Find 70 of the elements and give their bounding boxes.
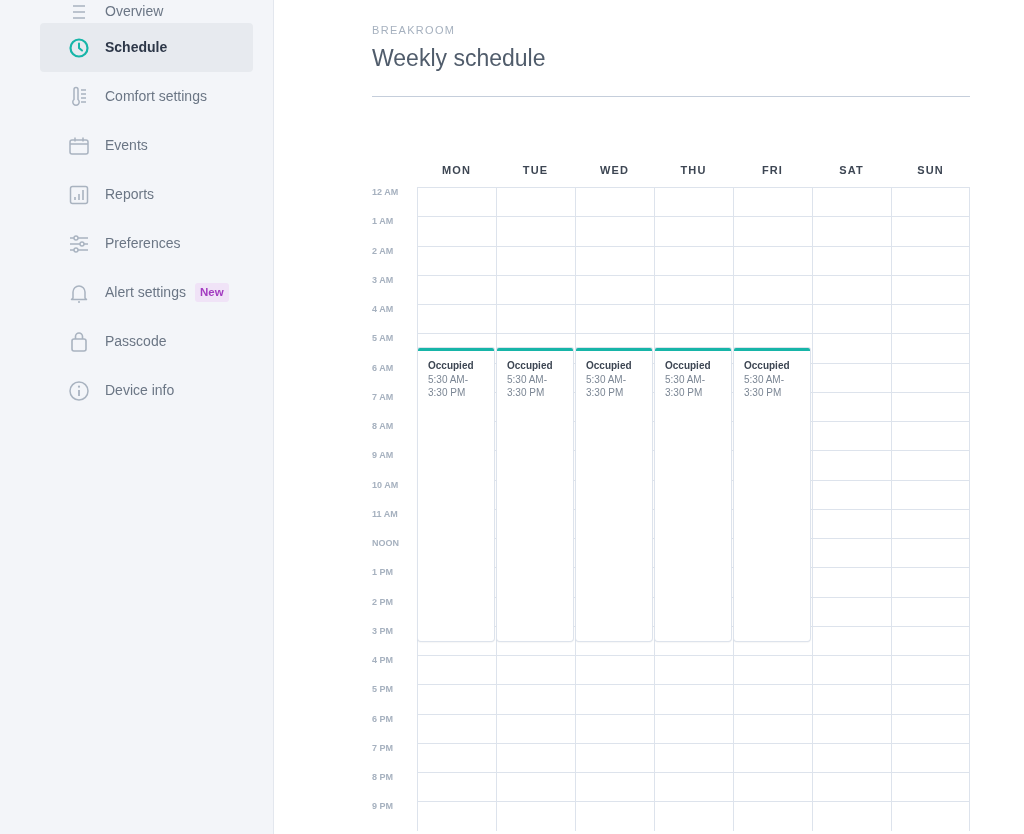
event-time: 5:30 AM-3:30 PM xyxy=(507,373,549,400)
hour-label: 6 PM xyxy=(372,713,394,726)
schedule-block[interactable]: Occupied 5:30 AM-3:30 PM xyxy=(497,348,573,641)
sidebar-item-label: Overview xyxy=(105,2,164,21)
hour-label: 8 PM xyxy=(372,772,394,785)
sidebar-item-label: Comfort settings xyxy=(105,87,207,106)
sidebar-item[interactable]: Events xyxy=(40,121,253,170)
sidebar-item-label: Alert settings xyxy=(105,283,186,302)
event-time: 5:30 AM-3:30 PM xyxy=(744,373,786,400)
event-time: 5:30 AM-3:30 PM xyxy=(586,373,628,400)
lock-icon xyxy=(68,330,90,353)
hour-label: 8 AM xyxy=(372,421,395,434)
hour-label: 2 PM xyxy=(372,596,394,609)
hour-label: 3 PM xyxy=(372,625,394,638)
clock-icon xyxy=(68,36,90,59)
sidebar-item-label: Passcode xyxy=(105,332,167,351)
hour-label: 1 PM xyxy=(372,567,394,580)
schedule-block[interactable]: Occupied 5:30 AM-3:30 PM xyxy=(655,348,731,641)
sidebar-item[interactable]: Passcode xyxy=(40,317,253,366)
hour-label: 1 AM xyxy=(372,216,395,229)
hour-label: NOON xyxy=(372,538,400,551)
sidebar-item[interactable]: Preferences xyxy=(40,219,253,268)
hour-label: 5 PM xyxy=(372,684,394,697)
day-header: SUN xyxy=(916,163,945,179)
hour-label: 3 AM xyxy=(372,274,395,287)
hour-label: 6 AM xyxy=(372,362,395,375)
sidebar-item-label: Device info xyxy=(105,381,175,400)
sidebar-item-label: Events xyxy=(105,136,148,155)
event-name: Occupied xyxy=(586,359,633,374)
day-header: SAT xyxy=(838,163,865,179)
new-badge: New xyxy=(194,282,229,303)
schedule-block[interactable]: Occupied 5:30 AM-3:30 PM xyxy=(418,348,494,641)
hour-label: 9 PM xyxy=(372,801,394,814)
page-title: Weekly schedule xyxy=(372,44,547,73)
sidebar-item[interactable]: Schedule xyxy=(40,23,253,72)
schedule-block[interactable]: Occupied 5:30 AM-3:30 PM xyxy=(576,348,652,641)
sidebar-item[interactable]: Device info xyxy=(40,366,253,415)
info-icon xyxy=(68,379,90,402)
day-header: MON xyxy=(441,163,472,179)
event-time: 5:30 AM-3:30 PM xyxy=(665,373,707,400)
hour-label: 9 AM xyxy=(372,450,395,463)
sidebar-item[interactable]: Comfort settings xyxy=(40,72,253,121)
hour-label: 7 PM xyxy=(372,742,394,755)
event-name: Occupied xyxy=(507,359,554,374)
hour-label: 12 AM xyxy=(372,187,400,200)
event-name: Occupied xyxy=(428,359,475,374)
sidebar-item-label: Reports xyxy=(105,185,155,204)
bar-chart-icon xyxy=(68,183,90,206)
schedule-block[interactable]: Occupied 5:30 AM-3:30 PM xyxy=(734,348,810,641)
sliders-icon xyxy=(68,232,90,255)
sidebar-item-label: Schedule xyxy=(105,38,168,57)
hour-label: 7 AM xyxy=(372,391,395,404)
hour-label: 2 AM xyxy=(372,245,395,258)
event-name: Occupied xyxy=(665,359,712,374)
room-label: BREAKROOM xyxy=(372,23,457,38)
hour-label: 4 AM xyxy=(372,304,395,317)
day-header: FRI xyxy=(761,163,784,179)
sidebar-item[interactable]: Alert settings New xyxy=(40,268,253,317)
day-header: THU xyxy=(679,163,708,179)
sidebar-item-label: Preferences xyxy=(105,234,181,253)
hour-label: 11 AM xyxy=(372,508,399,521)
hour-label: 10 AM xyxy=(372,479,400,492)
event-name: Occupied xyxy=(744,359,791,374)
day-header: WED xyxy=(599,163,630,179)
event-time: 5:30 AM-3:30 PM xyxy=(428,373,470,400)
hour-label: 4 PM xyxy=(372,655,394,668)
day-header: TUE xyxy=(521,163,550,179)
sidebar-item[interactable]: Overview xyxy=(40,0,253,23)
hour-label: 5 AM xyxy=(372,333,395,346)
sidebar-item[interactable]: Reports xyxy=(40,170,253,219)
